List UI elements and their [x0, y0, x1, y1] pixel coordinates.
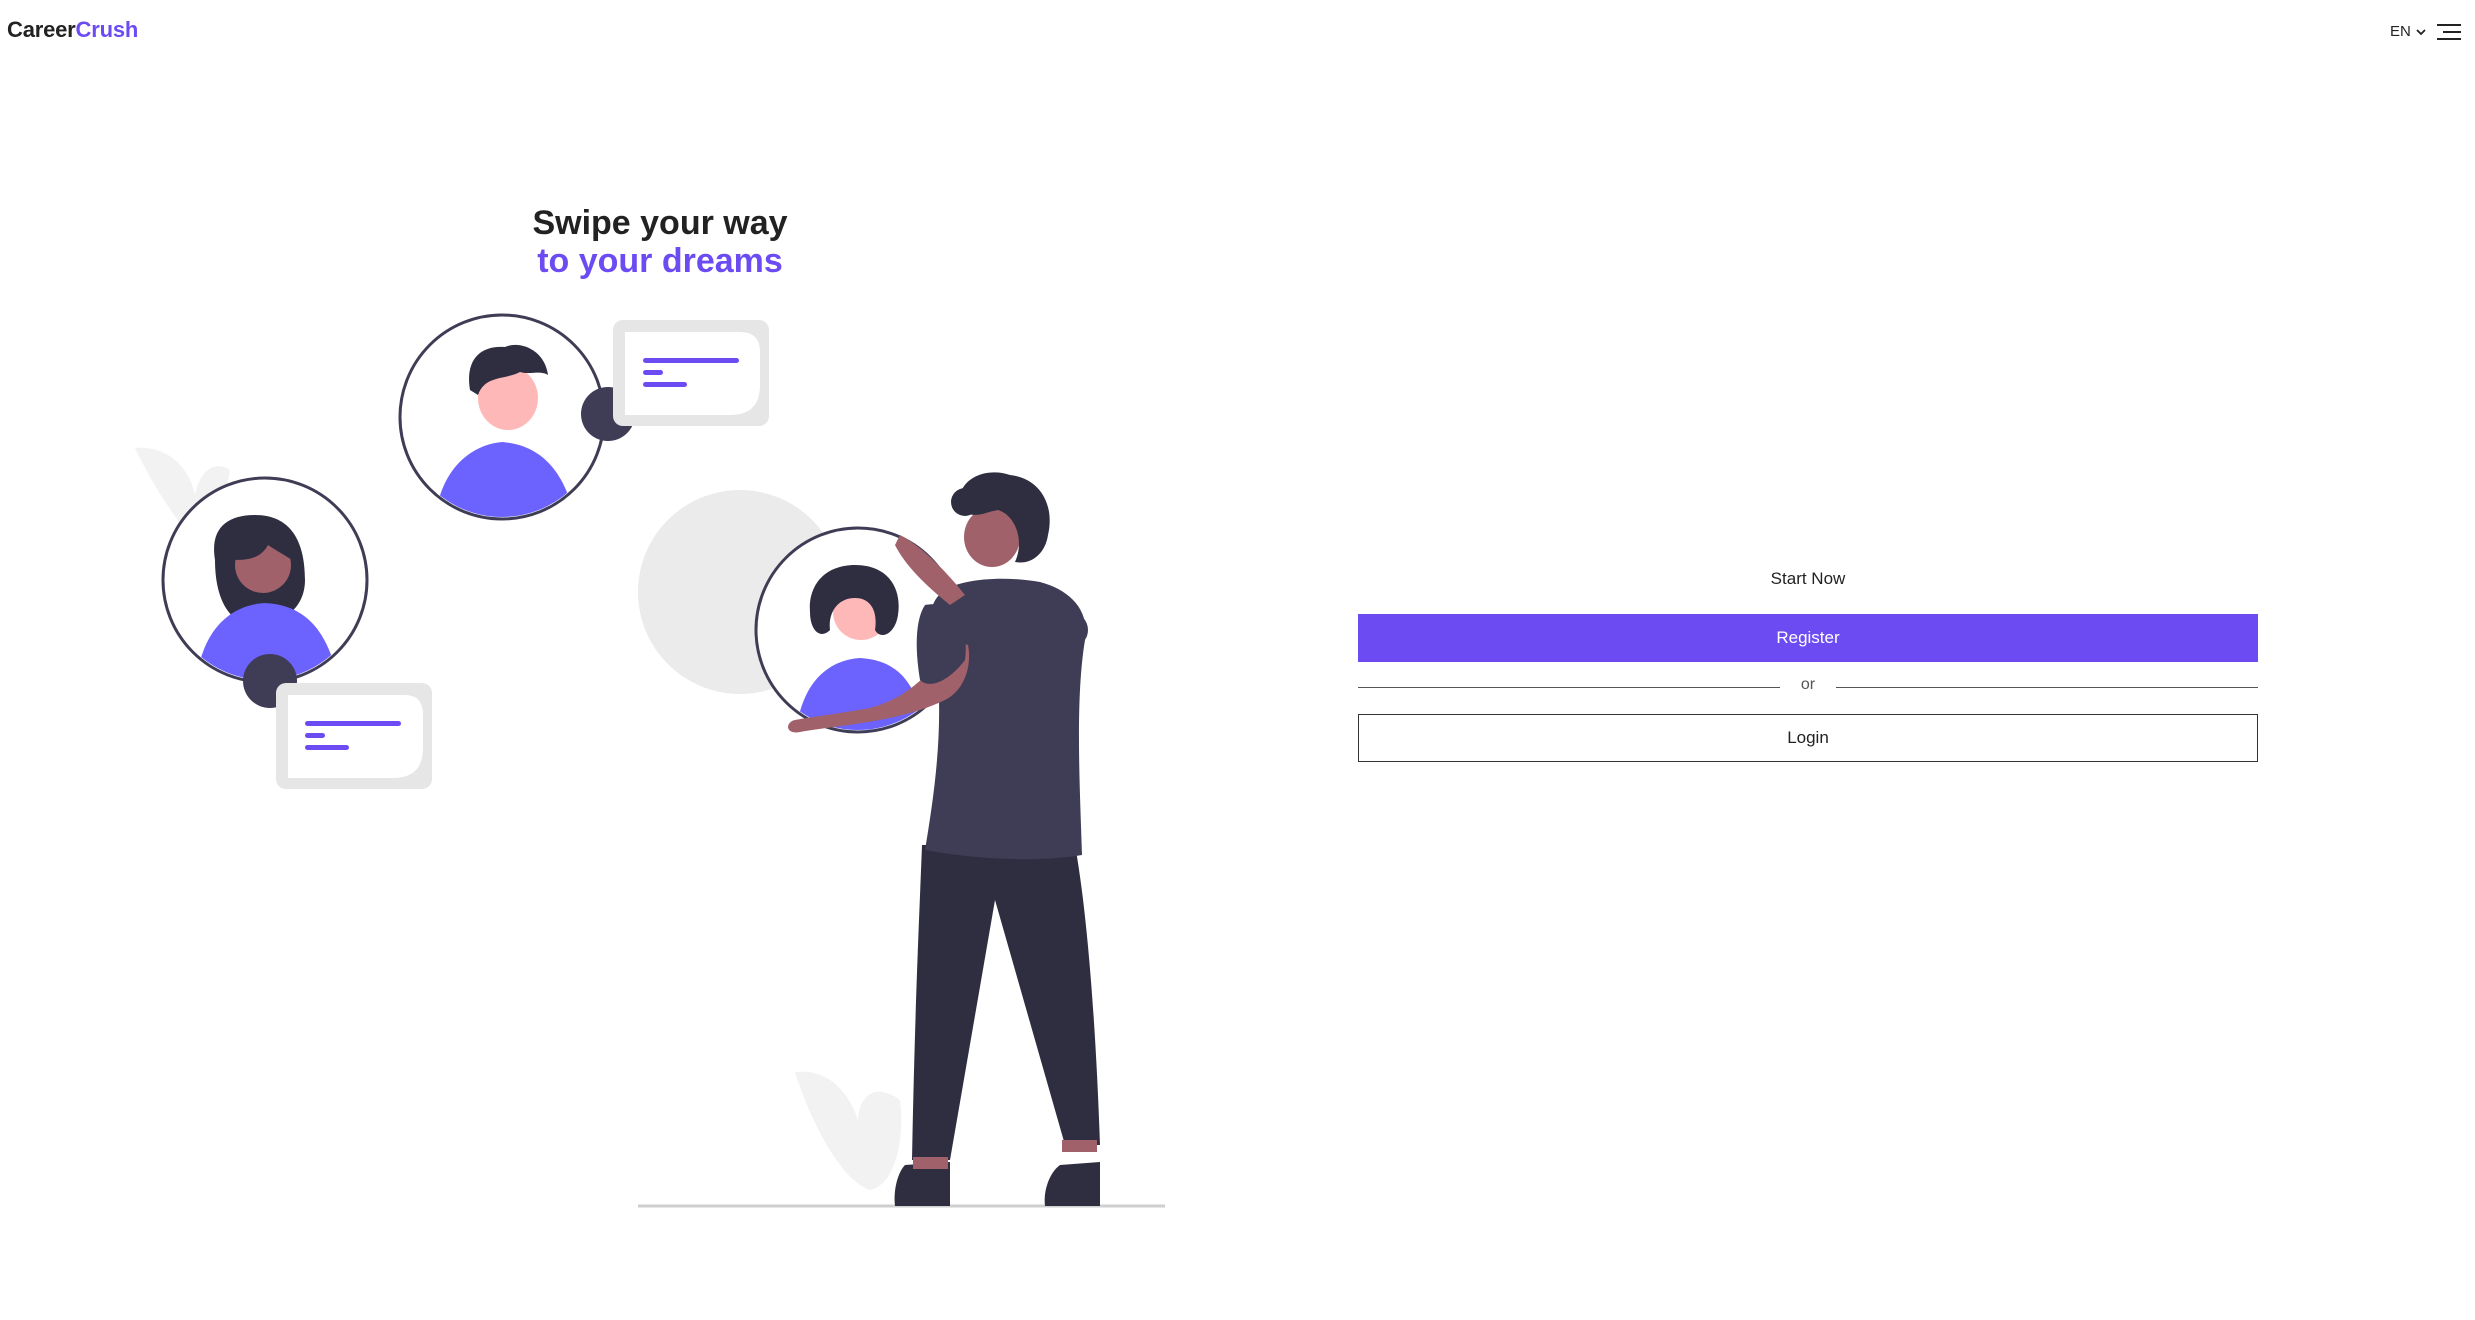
chevron-down-icon	[2416, 28, 2426, 35]
hamburger-menu-icon[interactable]	[2437, 23, 2461, 41]
or-divider: or	[1358, 662, 2258, 714]
divider-line-right	[1836, 687, 2258, 688]
register-button[interactable]: Register	[1358, 614, 2258, 662]
language-selector[interactable]: EN	[2390, 23, 2426, 40]
speech-bubble-bottom	[276, 683, 432, 789]
leaf-decoration-bottom	[795, 1071, 902, 1190]
speech-bubble-top	[613, 320, 769, 426]
start-now-heading: Start Now	[1770, 569, 1846, 588]
profile-card-man	[398, 313, 635, 521]
divider-text: or	[1800, 676, 1816, 693]
login-button[interactable]: Login	[1358, 714, 2258, 762]
auth-panel: Start Now Register or Login	[1358, 565, 2258, 762]
profile-card-woman-left	[161, 476, 369, 708]
language-label: EN	[2390, 23, 2411, 40]
hero-illustration	[135, 313, 1165, 1208]
